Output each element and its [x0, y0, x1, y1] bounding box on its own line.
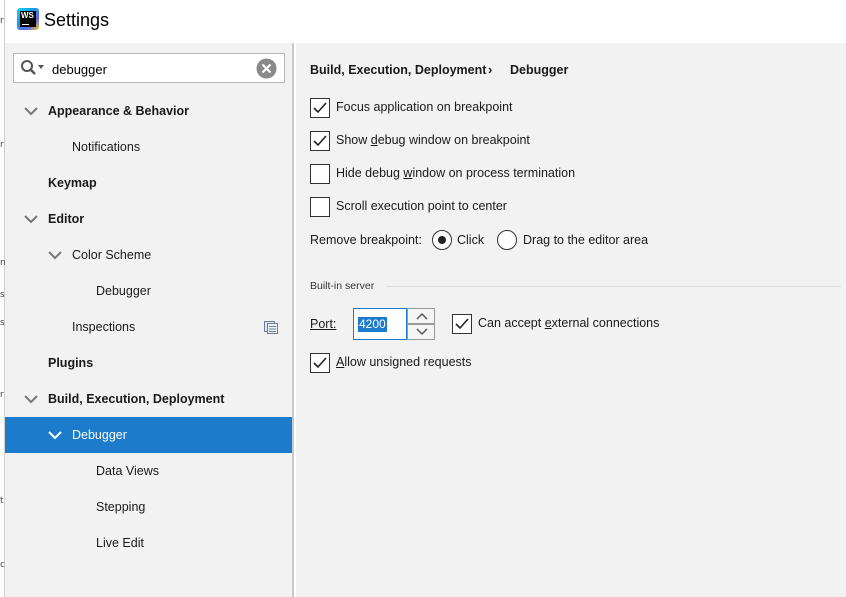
- tree-item-label: Keymap: [48, 176, 97, 190]
- tree-item-inspections[interactable]: Inspections: [5, 309, 292, 345]
- scroll-execution-label: Scroll execution point to center: [336, 199, 507, 213]
- builtin-server-title: Built-in server: [310, 280, 375, 292]
- chevron-down-icon[interactable]: [48, 250, 62, 260]
- checkmark-icon: [455, 318, 469, 330]
- show-debug-window-label: Show debug window on breakpoint: [336, 133, 530, 147]
- search-input[interactable]: [52, 60, 242, 78]
- tree-item-appearance-behavior[interactable]: Appearance & Behavior: [5, 93, 292, 129]
- tree-item-label: Live Edit: [96, 536, 144, 550]
- tree-item-label: Data Views: [96, 464, 159, 478]
- search-icon[interactable]: [20, 59, 46, 77]
- show-debug-window-checkbox[interactable]: [310, 131, 330, 151]
- focus-application-checkbox[interactable]: [310, 98, 330, 118]
- remove-breakpoint-label: Remove breakpoint:: [310, 233, 422, 247]
- tree-item-label: Plugins: [48, 356, 94, 370]
- port-input[interactable]: 4200: [353, 308, 407, 340]
- checkmark-icon: [313, 135, 327, 147]
- port-decrement-button[interactable]: [407, 324, 435, 340]
- tree-item-label: Build, Execution, Deployment: [48, 392, 225, 406]
- tree-item-label: Color Scheme: [72, 248, 152, 262]
- tree-item-label: Notifications: [72, 140, 141, 154]
- arrow-up-icon: [416, 312, 428, 320]
- remove-drag-radio[interactable]: [497, 230, 517, 250]
- scroll-execution-checkbox[interactable]: [310, 197, 330, 217]
- chevron-down-icon[interactable]: [24, 214, 38, 224]
- app-icon-letters: WS: [20, 11, 36, 27]
- tree-item-keymap[interactable]: Keymap: [5, 165, 292, 201]
- chevron-down-icon[interactable]: [24, 394, 38, 404]
- project-level-icon: [264, 321, 278, 334]
- tree-item-label: Debugger: [96, 284, 151, 298]
- unsigned-requests-label: Allow unsigned requests: [336, 355, 472, 369]
- builtin-server-divider: [386, 286, 841, 287]
- hide-debug-window-label: Hide debug window on process termination: [336, 166, 576, 180]
- arrow-down-icon: [416, 328, 428, 336]
- checkmark-icon: [313, 102, 327, 114]
- debugger-settings-panel: Build, Execution, Deployment › Debugger …: [296, 43, 846, 597]
- external-connections-label: Can accept external connections: [478, 316, 660, 330]
- settings-search-box[interactable]: [13, 53, 285, 83]
- chevron-down-icon[interactable]: [24, 106, 38, 116]
- breadcrumb-separator: ›: [488, 62, 493, 77]
- tree-item-stepping[interactable]: Stepping: [5, 489, 292, 525]
- port-label: Port:: [310, 317, 337, 331]
- port-value: 4200: [358, 317, 387, 332]
- breadcrumb-current: Debugger: [510, 63, 569, 77]
- title-bar: WS Settings: [5, 0, 846, 43]
- tree-item-build-execution-deployment[interactable]: Build, Execution, Deployment: [5, 381, 292, 417]
- settings-sidebar: Appearance & Behavior Notifications Keym…: [5, 43, 294, 597]
- tree-item-label: Debugger: [72, 428, 127, 442]
- external-connections-checkbox[interactable]: [452, 314, 472, 334]
- clear-search-icon[interactable]: [256, 58, 277, 79]
- tree-item-color-scheme[interactable]: Color Scheme: [5, 237, 292, 273]
- tree-item-label: Inspections: [72, 320, 136, 334]
- tree-item-live-edit[interactable]: Live Edit: [5, 525, 292, 561]
- window-title: Settings: [44, 10, 110, 30]
- tree-item-label: Editor: [48, 212, 85, 226]
- tree-item-notifications[interactable]: Notifications: [5, 129, 292, 165]
- tree-item-data-views[interactable]: Data Views: [5, 453, 292, 489]
- chevron-down-icon[interactable]: [48, 430, 62, 440]
- tree-item-label: Stepping: [96, 500, 146, 514]
- breadcrumb-parent: Build, Execution, Deployment: [310, 63, 487, 77]
- remove-click-label[interactable]: Click: [457, 233, 484, 247]
- tree-item-editor[interactable]: Editor: [5, 201, 292, 237]
- tree-item-debugger[interactable]: Debugger: [5, 417, 292, 453]
- webstorm-app-icon: WS: [17, 8, 39, 30]
- hide-debug-window-checkbox[interactable]: [310, 164, 330, 184]
- port-increment-button[interactable]: [407, 308, 435, 324]
- focus-application-label: Focus application on breakpoint: [336, 100, 513, 114]
- checkmark-icon: [313, 357, 327, 369]
- remove-click-radio[interactable]: [432, 230, 452, 250]
- tree-item-label: Appearance & Behavior: [48, 104, 190, 118]
- unsigned-requests-checkbox[interactable]: [310, 353, 330, 373]
- tree-item-plugins[interactable]: Plugins: [5, 345, 292, 381]
- remove-drag-label[interactable]: Drag to the editor area: [523, 233, 648, 247]
- tree-item-color-scheme-debugger[interactable]: Debugger: [5, 273, 292, 309]
